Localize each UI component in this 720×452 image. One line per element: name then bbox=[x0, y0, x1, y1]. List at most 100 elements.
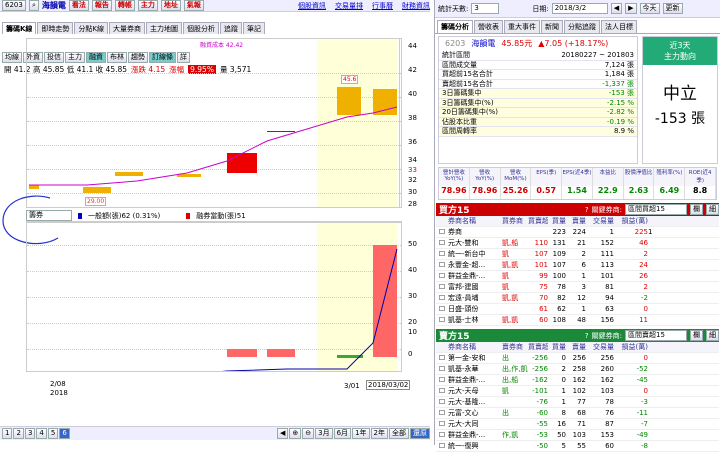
table-row[interactable]: ☐ 元大-基隆... -76 1 77 78 -3 bbox=[436, 397, 719, 408]
tab-notes[interactable]: 筆記 bbox=[243, 22, 266, 34]
nav-left-icon[interactable]: ◀ bbox=[276, 428, 289, 439]
checkbox-icon[interactable]: ☐ bbox=[436, 375, 448, 385]
column-header[interactable]: 買量 bbox=[548, 342, 566, 352]
table-row[interactable]: ☐ 元富-文心 出 -60 8 68 76 -11 bbox=[436, 408, 719, 419]
column-header[interactable]: 券商名稱 bbox=[448, 342, 502, 352]
transfer-button[interactable]: 轉帳 bbox=[114, 0, 135, 11]
tab-ma[interactable]: 均線 bbox=[2, 52, 22, 63]
refresh-button[interactable]: 更新 bbox=[662, 3, 683, 14]
stock-code-input[interactable]: 6203 bbox=[2, 0, 26, 11]
tab-track[interactable]: 追蹤 bbox=[220, 22, 243, 34]
page-1[interactable]: 1 bbox=[2, 428, 13, 439]
checkbox-icon[interactable]: ☐ bbox=[436, 271, 448, 281]
volume-rank-link[interactable]: 交易量排 bbox=[335, 1, 363, 11]
tab-target[interactable]: 法人目標 bbox=[601, 20, 637, 33]
page-3[interactable]: 3 bbox=[24, 428, 36, 439]
checkbox-icon[interactable]: ☐ bbox=[436, 293, 448, 303]
table-row[interactable]: ☐ 統一-復興 -50 5 55 60 -8 bbox=[436, 441, 719, 452]
table-row[interactable]: ☐ 富邦-建國 凱 75 78 3 81 2 bbox=[436, 282, 719, 293]
tab-stock-analysis[interactable]: 個股分析 bbox=[183, 22, 220, 34]
range-6m[interactable]: 6月 bbox=[333, 428, 352, 439]
tab-branch-track[interactable]: 分點追蹤 bbox=[564, 20, 600, 33]
restore-button[interactable]: 還原 bbox=[410, 428, 430, 439]
prev-icon[interactable]: ◀ bbox=[610, 3, 623, 14]
sell-detail-button[interactable]: 細 bbox=[706, 330, 719, 341]
tab-chip-analysis[interactable]: 籌碼分析 bbox=[437, 20, 473, 33]
checkbox-icon[interactable]: ☐ bbox=[436, 227, 448, 237]
alert-button[interactable]: 氣報 bbox=[183, 0, 204, 11]
buy-filter-select[interactable]: 區間買超15 bbox=[625, 204, 687, 215]
column-header[interactable]: 賣券商 bbox=[502, 342, 528, 352]
table-row[interactable]: ☐ 群益金鼎-... 出,船 -162 0 162 162 -45 bbox=[436, 375, 719, 386]
today-button[interactable]: 今天 bbox=[639, 3, 660, 14]
table-row[interactable]: ☐ 宏遠-員埔 凱,凱 70 82 12 94 -2 bbox=[436, 293, 719, 304]
calendar-link[interactable]: 行事曆 bbox=[372, 1, 393, 11]
address-button[interactable]: 地址 bbox=[160, 0, 181, 11]
table-row[interactable]: ☐ 統一-新台中 凱 107 109 2 111 2 bbox=[436, 249, 719, 260]
checkbox-icon[interactable]: ☐ bbox=[436, 419, 448, 429]
tab-branch-kline[interactable]: 分點K線 bbox=[74, 22, 109, 34]
tab-realtime[interactable]: 即時走勢 bbox=[37, 22, 74, 34]
column-header[interactable]: 券商名稱 bbox=[448, 216, 502, 226]
sell-filter-select[interactable]: 區間賣超15 bbox=[625, 330, 687, 341]
table-row[interactable]: ☐ 元大-天母 凱 -101 1 102 103 0 bbox=[436, 386, 719, 397]
search-icon[interactable]: ⌕ bbox=[29, 0, 39, 11]
range-3m[interactable]: 3月 bbox=[315, 428, 333, 439]
date-input[interactable]: 2018/3/2 bbox=[551, 3, 608, 14]
column-header[interactable]: 損益(萬) bbox=[614, 216, 648, 226]
checkbox-icon[interactable]: ☐ bbox=[436, 441, 448, 451]
table-row[interactable]: ☐ 永豐金-超... 凱,凱 101 107 6 113 24 bbox=[436, 260, 719, 271]
checkbox-icon[interactable]: ☐ bbox=[436, 304, 448, 314]
tab-revenue[interactable]: 營收表 bbox=[474, 20, 503, 33]
checkbox-icon[interactable]: ☐ bbox=[436, 386, 448, 396]
buy-column-button[interactable]: 欄 bbox=[690, 204, 703, 215]
table-row[interactable]: ☐ 凱基-士林 凱,凱 60 108 48 156 11 bbox=[436, 315, 719, 326]
buy-detail-button[interactable]: 細 bbox=[706, 204, 719, 215]
column-header[interactable]: 交易量 bbox=[586, 342, 614, 352]
range-1y[interactable]: 1年 bbox=[352, 428, 370, 439]
table-row[interactable]: ☐ 群益金鼎-... 作,凱 -53 50 103 153 -49 bbox=[436, 430, 719, 441]
tab-mainforce-map[interactable]: 主力地圖 bbox=[146, 22, 183, 34]
table-row[interactable]: ☐ 第一金-安和 出 -256 0 256 256 0 bbox=[436, 353, 719, 364]
tab-big-broker[interactable]: 大量券商 bbox=[109, 22, 146, 34]
checkbox-icon[interactable]: ☐ bbox=[436, 353, 448, 363]
report-button[interactable]: 報告 bbox=[91, 0, 112, 11]
column-header[interactable]: 買券商 bbox=[502, 216, 528, 226]
next-icon[interactable]: ▶ bbox=[625, 3, 637, 14]
column-header[interactable]: 買賣超 bbox=[528, 342, 548, 352]
page-2[interactable]: 2 bbox=[13, 428, 24, 439]
page-5[interactable]: 5 bbox=[47, 428, 59, 439]
checkbox-icon[interactable]: ☐ bbox=[436, 364, 448, 374]
column-header[interactable]: 買賣超 bbox=[528, 216, 548, 226]
checkbox-icon[interactable]: ☐ bbox=[436, 397, 448, 407]
column-header[interactable]: 損益(萬) bbox=[614, 342, 648, 352]
page-4[interactable]: 4 bbox=[36, 428, 47, 439]
checkbox-icon[interactable]: ☐ bbox=[436, 315, 448, 325]
column-header[interactable] bbox=[436, 342, 448, 352]
table-row[interactable]: ☐ 群益金鼎-... 凱 99 100 1 101 26 bbox=[436, 271, 719, 282]
finance-link[interactable]: 財務資訊 bbox=[402, 1, 430, 11]
page-6[interactable]: 6 bbox=[59, 428, 70, 439]
checkbox-icon[interactable]: ☐ bbox=[436, 408, 448, 418]
tab-events[interactable]: 重大事件 bbox=[504, 20, 540, 33]
column-header[interactable]: 賣量 bbox=[566, 216, 586, 226]
checkbox-icon[interactable]: ☐ bbox=[436, 238, 448, 248]
checkbox-icon[interactable]: ☐ bbox=[436, 249, 448, 259]
table-row[interactable]: ☐ 券商 223 224 1 225 1 bbox=[436, 227, 719, 238]
table-row[interactable]: ☐ 元大-大同 -55 16 71 87 -7 bbox=[436, 419, 719, 430]
zoom-out-icon[interactable]: ⊖ bbox=[302, 428, 315, 439]
stock-info-link[interactable]: 個股資訊 bbox=[298, 1, 326, 11]
column-header[interactable]: 買量 bbox=[548, 216, 566, 226]
zoom-in-icon[interactable]: ⊕ bbox=[289, 428, 302, 439]
column-header[interactable] bbox=[436, 216, 448, 226]
sell-column-button[interactable]: 欄 bbox=[690, 330, 703, 341]
column-header[interactable]: 交易量 bbox=[586, 216, 614, 226]
checkbox-icon[interactable]: ☐ bbox=[436, 260, 448, 270]
range-2y[interactable]: 2年 bbox=[370, 428, 388, 439]
view-button[interactable]: 看法 bbox=[68, 0, 89, 11]
tab-chip-kline[interactable]: 籌碼K線 bbox=[2, 22, 37, 34]
checkbox-icon[interactable]: ☐ bbox=[436, 430, 448, 440]
mainforce-button[interactable]: 主力 bbox=[137, 0, 158, 11]
checkbox-icon[interactable]: ☐ bbox=[436, 282, 448, 292]
table-row[interactable]: ☐ 日盛-頭份 61 62 1 63 0 bbox=[436, 304, 719, 315]
